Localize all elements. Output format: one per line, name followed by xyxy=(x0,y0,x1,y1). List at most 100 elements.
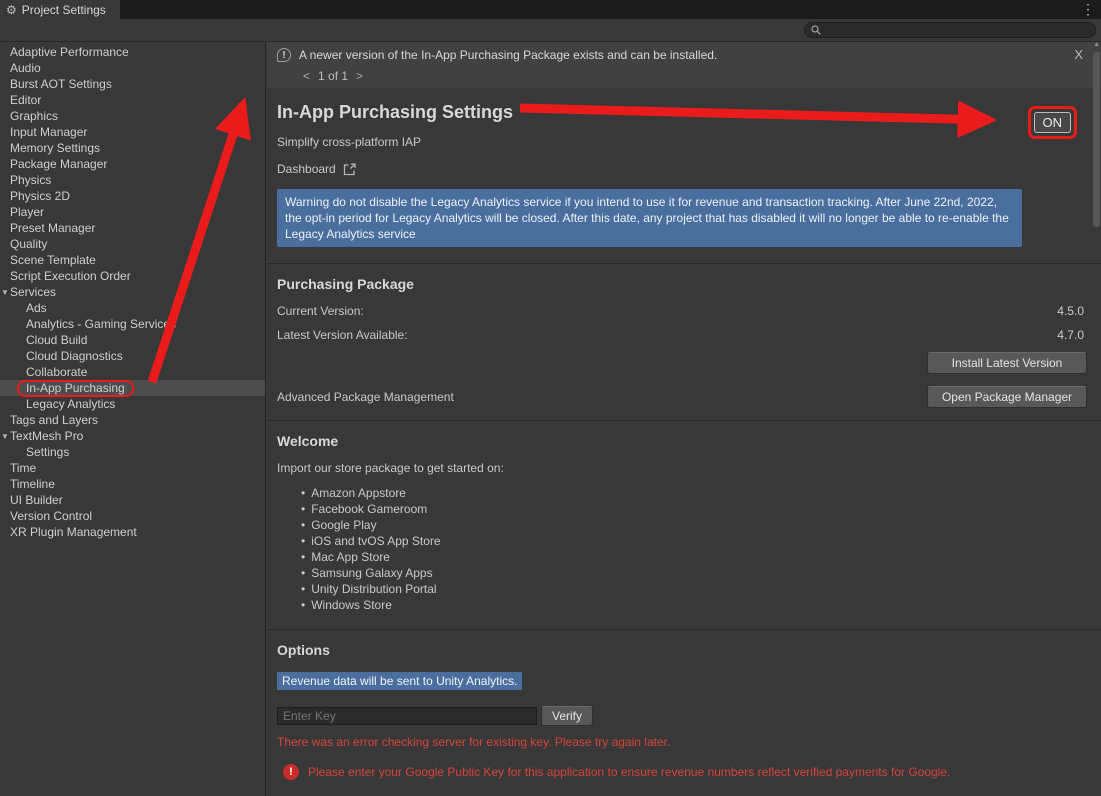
sidebar-item[interactable]: ▼ Quality xyxy=(0,236,265,252)
latest-version-label: Latest Version Available: xyxy=(277,328,408,342)
store-list-item: Amazon Appstore xyxy=(301,485,1087,501)
pager-next-icon[interactable]: > xyxy=(356,69,363,83)
external-link-icon xyxy=(343,163,356,176)
sidebar-item-label: Analytics - Gaming Services xyxy=(26,317,176,331)
sidebar-item[interactable]: ▼ Audio xyxy=(0,60,265,76)
tab-project-settings[interactable]: ⚙ Project Settings xyxy=(0,0,120,19)
sidebar-item-label: Time xyxy=(10,461,36,475)
sidebar-item[interactable]: ▼ Physics 2D xyxy=(0,188,265,204)
project-settings-window: ⚙ Project Settings ⋮ ▼ Adaptive Performa… xyxy=(0,0,1101,796)
current-version-label: Current Version: xyxy=(277,304,364,318)
iap-settings-content: In-App Purchasing Settings Simplify cros… xyxy=(267,88,1101,796)
install-latest-version-button[interactable]: Install Latest Version xyxy=(927,352,1087,374)
sidebar-item[interactable]: ▼ Version Control xyxy=(0,508,265,524)
search-box[interactable] xyxy=(804,22,1096,38)
section-divider xyxy=(267,263,1101,264)
scrollbar-thumb[interactable] xyxy=(1093,52,1100,227)
sidebar-item-label: Quality xyxy=(10,237,47,251)
sidebar-item[interactable]: ▼ Scene Template xyxy=(0,252,265,268)
sidebar-item-label: Tags and Layers xyxy=(10,413,98,427)
sidebar-item[interactable]: ▼ Script Execution Order xyxy=(0,268,265,284)
sidebar-item-label: Preset Manager xyxy=(10,221,95,235)
sidebar-item-label: Ads xyxy=(26,301,47,315)
simplify-iap-label: Simplify cross-platform IAP xyxy=(277,135,1087,149)
analytics-revenue-note: Revenue data will be sent to Unity Analy… xyxy=(277,672,522,690)
sidebar-item[interactable]: ▼ Player xyxy=(0,204,265,220)
sidebar-item[interactable]: ▼ Tags and Layers xyxy=(0,412,265,428)
open-package-manager-button[interactable]: Open Package Manager xyxy=(927,386,1087,408)
chevron-down-icon[interactable]: ▼ xyxy=(1,429,9,445)
sidebar-item[interactable]: ▼ Collaborate xyxy=(0,364,265,380)
search-input[interactable] xyxy=(825,23,1089,37)
sidebar-item[interactable]: ▼ Cloud Diagnostics xyxy=(0,348,265,364)
sidebar-item[interactable]: ▼ Preset Manager xyxy=(0,220,265,236)
sidebar-item-label: Services xyxy=(10,285,56,299)
sidebar-item-label: Input Manager xyxy=(10,125,87,139)
scrollbar-track[interactable] xyxy=(1093,50,1100,796)
sidebar-item-label: Timeline xyxy=(10,477,55,491)
sidebar-item[interactable]: ▼ Physics xyxy=(0,172,265,188)
advanced-package-row: Advanced Package Management Open Package… xyxy=(277,386,1087,408)
sidebar-item[interactable]: ▼ Cloud Build xyxy=(0,332,265,348)
sidebar-item[interactable]: ▼ Memory Settings xyxy=(0,140,265,156)
sidebar-item[interactable]: ▼ Input Manager xyxy=(0,124,265,140)
gear-icon: ⚙ xyxy=(6,3,17,17)
sidebar-item-label: Version Control xyxy=(10,509,92,523)
latest-version-value: 4.7.0 xyxy=(1057,328,1084,342)
sidebar-item[interactable]: ▼ Analytics - Gaming Services xyxy=(0,316,265,332)
sidebar-item[interactable]: ▼ TextMesh Pro xyxy=(0,428,265,444)
store-list-item: Unity Distribution Portal xyxy=(301,581,1087,597)
sidebar-item[interactable]: ▼ Services xyxy=(0,284,265,300)
sidebar-item[interactable]: ▼ Settings xyxy=(0,444,265,460)
pager-prev-icon[interactable]: < xyxy=(303,69,310,83)
store-list-item: Mac App Store xyxy=(301,549,1087,565)
sidebar-item-label: In-App Purchasing xyxy=(17,380,134,397)
sidebar-item[interactable]: ▼ Timeline xyxy=(0,476,265,492)
sidebar-item-label: Player xyxy=(10,205,44,219)
store-list-item: iOS and tvOS App Store xyxy=(301,533,1087,549)
notification-message: A newer version of the In-App Purchasing… xyxy=(299,48,717,62)
sidebar-item[interactable]: ▼ Time xyxy=(0,460,265,476)
sidebar-item[interactable]: ▼ Editor xyxy=(0,92,265,108)
google-key-input[interactable] xyxy=(277,707,537,725)
window-title: Project Settings xyxy=(22,3,106,17)
chevron-down-icon[interactable]: ▼ xyxy=(1,285,9,301)
sidebar-item-label: Cloud Build xyxy=(26,333,87,347)
store-list-item: Windows Store xyxy=(301,597,1087,613)
sidebar-item-label: Memory Settings xyxy=(10,141,100,155)
sidebar-item-label: Collaborate xyxy=(26,365,87,379)
error-icon: ! xyxy=(283,764,299,780)
sidebar-item[interactable]: ▼ In-App Purchasing xyxy=(0,380,265,396)
window-titlebar: ⚙ Project Settings ⋮ xyxy=(0,0,1101,19)
store-list-item: Samsung Galaxy Apps xyxy=(301,565,1087,581)
notification-banner: ! A newer version of the In-App Purchasi… xyxy=(267,42,1101,88)
sidebar-item-label: Editor xyxy=(10,93,41,107)
sidebar-item-label: Adaptive Performance xyxy=(10,45,129,59)
scroll-up-icon[interactable]: ▲ xyxy=(1093,41,1100,48)
welcome-heading: Welcome xyxy=(277,433,1087,449)
close-icon[interactable]: X xyxy=(1074,47,1083,62)
sidebar-item-label: TextMesh Pro xyxy=(10,429,83,443)
google-key-error-text: Please enter your Google Public Key for … xyxy=(308,765,950,779)
sidebar-item[interactable]: ▼ Ads xyxy=(0,300,265,316)
latest-version-row: Latest Version Available: 4.7.0 xyxy=(277,328,1087,342)
sidebar-item[interactable]: ▼ UI Builder xyxy=(0,492,265,508)
sidebar-item-label: Script Execution Order xyxy=(10,269,131,283)
sidebar-item[interactable]: ▼ Legacy Analytics xyxy=(0,396,265,412)
sidebar-item[interactable]: ▼ Package Manager xyxy=(0,156,265,172)
sidebar-item-label: Scene Template xyxy=(10,253,96,267)
sidebar-item[interactable]: ▼ Adaptive Performance xyxy=(0,44,265,60)
section-divider xyxy=(267,629,1101,630)
kebab-menu-icon[interactable]: ⋮ xyxy=(1081,1,1095,18)
sidebar-item[interactable]: ▼ Graphics xyxy=(0,108,265,124)
settings-main-panel: ! A newer version of the In-App Purchasi… xyxy=(267,42,1101,796)
sidebar-item-label: UI Builder xyxy=(10,493,63,507)
sidebar-item[interactable]: ▼ Burst AOT Settings xyxy=(0,76,265,92)
options-heading: Options xyxy=(277,642,1087,658)
sidebar-item-label: Graphics xyxy=(10,109,58,123)
verify-key-button[interactable]: Verify xyxy=(541,706,593,726)
sidebar-item-label: Audio xyxy=(10,61,41,75)
section-divider xyxy=(267,420,1101,421)
sidebar-item[interactable]: ▼ XR Plugin Management xyxy=(0,524,265,540)
dashboard-link[interactable]: Dashboard xyxy=(277,162,1087,176)
